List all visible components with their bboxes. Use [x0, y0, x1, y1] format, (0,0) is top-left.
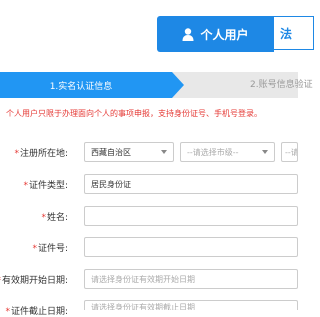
- name-label: *姓名:: [41, 213, 68, 223]
- step-2: 2.账号信息验证: [250, 72, 313, 98]
- step-1: 1.实名认证信息: [0, 72, 172, 98]
- step-arrow: [172, 72, 184, 98]
- valid-end-input[interactable]: 请选择身份证有效期截止日期: [84, 300, 298, 310]
- user-icon: [182, 27, 194, 41]
- region-label: *注册所在地:: [14, 149, 68, 159]
- id-number-input[interactable]: [84, 237, 298, 257]
- name-input[interactable]: [84, 206, 298, 226]
- user-type-tabs: 个人用户 法: [157, 16, 314, 52]
- tab-legal-user[interactable]: 法: [274, 16, 314, 50]
- valid-start-label: *有效期开始日期:: [0, 276, 68, 286]
- province-select[interactable]: 西藏自治区: [84, 142, 174, 162]
- city-select[interactable]: --请选择市级--: [180, 142, 275, 162]
- valid-start-input[interactable]: 请选择身份证有效期开始日期: [84, 269, 298, 289]
- progress-steps: 1.实名认证信息 2.账号信息验证: [0, 72, 313, 98]
- step-1-label: 1.实名认证信息: [49, 81, 113, 92]
- tab-personal-user[interactable]: 个人用户: [157, 16, 274, 52]
- notice-text: 个人用户只限于办理面向个人的事项申报，支持身份证号、手机号登录。: [6, 109, 262, 118]
- chevron-down-icon: [262, 150, 268, 154]
- tab-personal-label: 个人用户: [200, 27, 249, 42]
- id-type-select[interactable]: 居民身份证: [84, 174, 298, 194]
- id-number-label: *证件号:: [32, 244, 68, 254]
- step-2-label: 2.账号信息验证: [250, 80, 313, 90]
- district-select[interactable]: --请: [281, 142, 298, 162]
- tab-legal-label: 法: [280, 26, 293, 41]
- id-type-label: *证件类型:: [23, 181, 68, 191]
- chevron-down-icon: [161, 150, 167, 154]
- valid-end-label: *证件截止日期:: [5, 307, 68, 317]
